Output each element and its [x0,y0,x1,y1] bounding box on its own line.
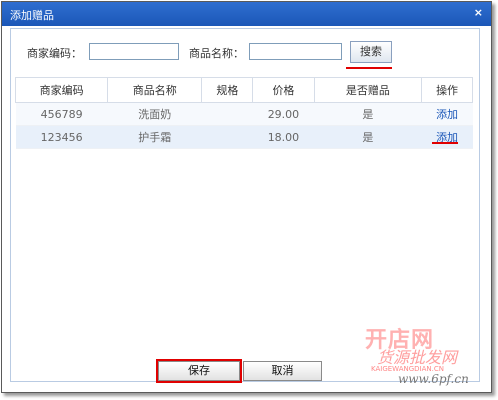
cell-action: 添加 [421,125,473,149]
dialog-titlebar: 添加赠品 × [2,2,491,26]
cancel-button[interactable]: 取消 [243,361,322,381]
cell-price: 18.00 [252,125,315,149]
col-merchant-code: 商家编码 [14,77,109,103]
product-name-input[interactable] [249,43,342,60]
add-link[interactable]: 添加 [436,108,458,121]
table-row: 123456 护手霜 18.00 是 添加 [15,125,473,149]
col-action: 操作 [421,77,473,103]
watermark-site: www.6pf.cn [398,372,469,386]
search-bar: 商家编码： 商品名称： 搜索 [11,29,479,69]
product-table: 商家编码 商品名称 规格 价格 是否赠品 操作 456789 洗面奶 29.00… [14,77,473,149]
cell-name: 护手霜 [107,125,202,149]
search-highlight-underline [346,67,392,69]
close-icon[interactable]: × [474,6,483,19]
dialog-title: 添加赠品 [10,9,54,22]
merchant-code-input[interactable] [89,43,179,60]
cell-action: 添加 [421,102,473,126]
cell-spec [201,125,253,149]
cell-is-gift: 是 [314,125,422,149]
col-is-gift: 是否赠品 [313,77,423,103]
cell-name: 洗面奶 [107,102,202,126]
search-button[interactable]: 搜索 [350,41,392,63]
save-button[interactable]: 保存 [158,361,240,381]
cell-is-gift: 是 [314,102,422,126]
add-highlight-underline [432,142,458,144]
cell-code: 456789 [15,102,108,126]
table-row: 456789 洗面奶 29.00 是 添加 [15,102,473,126]
watermark-logo: 开店网 货源批发网 KAIGEWANGDIAN.CN www.6pf.cn [355,322,490,397]
col-product-name: 商品名称 [107,77,203,103]
cell-code: 123456 [15,125,108,149]
merchant-code-label: 商家编码： [27,47,82,60]
col-spec: 规格 [201,77,254,103]
cell-price: 29.00 [252,102,315,126]
cell-spec [201,102,253,126]
table-header-row: 商家编码 商品名称 规格 价格 是否赠品 操作 [14,77,473,103]
product-name-label: 商品名称： [189,47,244,60]
col-price: 价格 [252,77,315,103]
